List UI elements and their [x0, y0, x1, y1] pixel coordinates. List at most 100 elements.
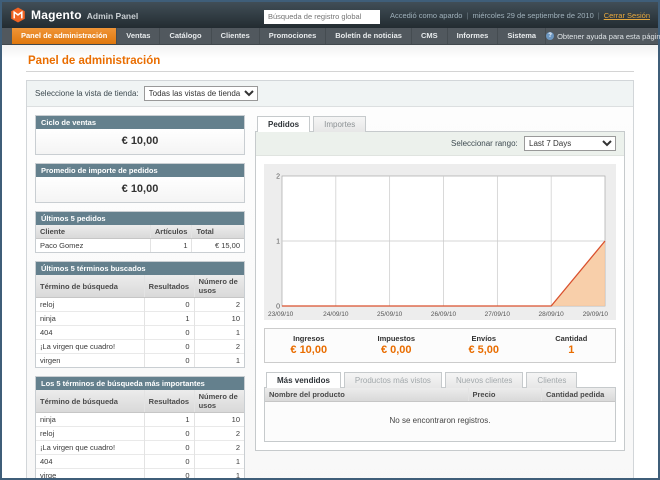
cell: 404	[36, 455, 144, 469]
help-link[interactable]: Obtener ayuda para esta página	[546, 28, 660, 44]
range-label: Seleccionar rango:	[451, 139, 518, 148]
cell: 1	[194, 326, 244, 340]
nav-item-ventas[interactable]: Ventas	[117, 28, 160, 44]
orders-panel: Seleccionar rango: Last 7 Days 0 1 2 23/09/…	[255, 131, 625, 451]
left-column: Ciclo de ventas € 10,00 Promedio de impo…	[35, 115, 245, 478]
cell: 2	[194, 298, 244, 312]
store-view-select[interactable]: Todas las vistas de tienda	[144, 86, 258, 101]
nav-item-cms[interactable]: CMS	[412, 28, 448, 44]
global-search-input[interactable]	[264, 10, 380, 24]
cell: 10	[194, 312, 244, 326]
cell: 2	[194, 427, 244, 441]
box-title: Los 5 términos de búsqueda más important…	[36, 377, 244, 390]
logout-link[interactable]: Cerrar Sesión	[604, 11, 650, 20]
nav-item-panel-de-administracion[interactable]: Panel de administración	[12, 28, 117, 44]
cell: 0	[144, 469, 194, 479]
grid-tab-nuevos-clientes[interactable]: Nuevos clientes	[445, 372, 523, 388]
box-title: Últimos 5 términos buscados	[36, 262, 244, 275]
svg-text:0: 0	[276, 304, 280, 311]
nav-item-boletin-de-noticias[interactable]: Boletín de noticias	[326, 28, 412, 44]
total-value: € 0,00	[353, 344, 441, 356]
cell: ¡La virgen que cuadro!	[36, 441, 144, 455]
magento-logo-icon	[10, 7, 26, 23]
total-label: Cantidad	[528, 334, 616, 343]
table-row: ¡La virgen que cuadro!02	[36, 340, 244, 354]
column-header-cantidad-pedida: Cantidad pedida	[542, 388, 616, 402]
dashboard-columns: Ciclo de ventas € 10,00 Promedio de impo…	[27, 107, 633, 478]
bestsellers-grid: Nombre del productoPrecioCantidad pedida…	[264, 387, 616, 442]
lifetime-sales-value: € 10,00	[36, 129, 244, 154]
nav-item-informes[interactable]: Informes	[448, 28, 499, 44]
magento-logo[interactable]: Magento Admin Panel	[10, 7, 138, 23]
total-value: € 5,00	[440, 344, 528, 356]
nav-item-clientes[interactable]: Clientes	[212, 28, 260, 44]
dashboard-container: Seleccione la vista de tienda: Todas las…	[26, 80, 634, 478]
cell: 1	[144, 413, 194, 427]
svg-text:23/09/10: 23/09/10	[268, 311, 294, 318]
svg-text:27/09/10: 27/09/10	[485, 311, 511, 318]
logged-in-text: Accedió como apardo	[390, 11, 463, 20]
nav-item-sistema[interactable]: Sistema	[498, 28, 546, 44]
column-header-resultados: Resultados	[144, 275, 194, 298]
totals-bar: Ingresos€ 10,00Impuestos€ 0,00Envíos€ 5,…	[264, 328, 616, 363]
top-search-terms-box: Los 5 términos de búsqueda más important…	[35, 376, 245, 478]
cell: 0	[144, 340, 194, 354]
tab-pedidos[interactable]: Pedidos	[257, 116, 310, 132]
grid-tab-mas-vendidos[interactable]: Más vendidos	[266, 372, 341, 388]
cell: 0	[144, 326, 194, 340]
cell: reloj	[36, 427, 144, 441]
nav-item-catalogo[interactable]: Catálogo	[160, 28, 211, 44]
empty-message: No se encontraron registros.	[265, 402, 615, 442]
grid-tab-clientes[interactable]: Clientes	[526, 372, 577, 388]
svg-text:28/09/10: 28/09/10	[539, 311, 565, 318]
lifetime-sales-box: Ciclo de ventas € 10,00	[35, 115, 245, 155]
table-row: virgen01	[36, 354, 244, 368]
range-select[interactable]: Last 7 Days	[524, 136, 616, 151]
cell: Paco Gomez	[36, 239, 150, 253]
main-nav: Panel de administraciónVentasCatálogoCli…	[2, 28, 658, 45]
app-window: Magento Admin Panel Accedió como apardo|…	[0, 0, 660, 480]
box-title: Promedio de importe de pedidos	[36, 164, 244, 177]
content-area: Panel de administración Seleccione la vi…	[2, 45, 658, 478]
cell: 0	[144, 441, 194, 455]
grid-tab-productos-mas-vistos[interactable]: Productos más vistos	[344, 372, 442, 388]
chart-tabs: PedidosImportes	[255, 115, 625, 131]
bestsellers-table: Nombre del productoPrecioCantidad pedida…	[265, 388, 615, 441]
cell: ninja	[36, 413, 144, 427]
last-orders-box: Últimos 5 pedidos ClienteArtículosTotalP…	[35, 211, 245, 253]
top-header: Magento Admin Panel Accedió como apardo|…	[2, 2, 658, 28]
column-header-numero-de-usos: Número de usos	[194, 275, 244, 298]
right-column: PedidosImportes Seleccionar rango: Last …	[255, 115, 625, 478]
tab-importes[interactable]: Importes	[313, 116, 366, 132]
svg-text:29/09/10: 29/09/10	[583, 311, 608, 318]
range-bar: Seleccionar rango: Last 7 Days	[256, 132, 624, 156]
total-impuestos: Impuestos€ 0,00	[353, 334, 441, 356]
average-order-box: Promedio de importe de pedidos € 10,00	[35, 163, 245, 203]
help-label: Obtener ayuda para esta página	[557, 32, 660, 41]
cell: 1	[194, 354, 244, 368]
column-header-termino-de-busqueda: Término de búsqueda	[36, 275, 144, 298]
table-row: ¡La virgen que cuadro!02	[36, 441, 244, 455]
orders-chart-area: 01223/09/1024/09/1025/09/1026/09/1027/09…	[264, 164, 616, 320]
nav-item-promociones[interactable]: Promociones	[260, 28, 327, 44]
last-orders-table: ClienteArtículosTotalPaco Gomez1€ 15,00	[36, 225, 244, 252]
table-row: ninja110	[36, 413, 244, 427]
page-title: Panel de administración	[28, 55, 634, 67]
column-header-articulos: Artículos	[150, 225, 192, 239]
column-header-total: Total	[192, 225, 244, 239]
table-row: ninja110	[36, 312, 244, 326]
total-label: Impuestos	[353, 334, 441, 343]
store-switcher: Seleccione la vista de tienda: Todas las…	[27, 81, 633, 107]
table-row: Paco Gomez1€ 15,00	[36, 239, 244, 253]
store-switcher-label: Seleccione la vista de tienda:	[35, 89, 139, 98]
help-icon	[546, 32, 554, 40]
total-label: Envíos	[440, 334, 528, 343]
current-date: miércoles 29 de septiembre de 2010	[472, 11, 593, 20]
total-value: 1	[528, 344, 616, 356]
top-search-terms-table: Término de búsquedaResultadosNúmero de u…	[36, 390, 244, 478]
column-header-cliente: Cliente	[36, 225, 150, 239]
svg-text:2: 2	[276, 174, 280, 181]
column-header-nombre-del-producto: Nombre del producto	[265, 388, 468, 402]
table-row: reloj02	[36, 298, 244, 312]
cell: 1	[194, 469, 244, 479]
